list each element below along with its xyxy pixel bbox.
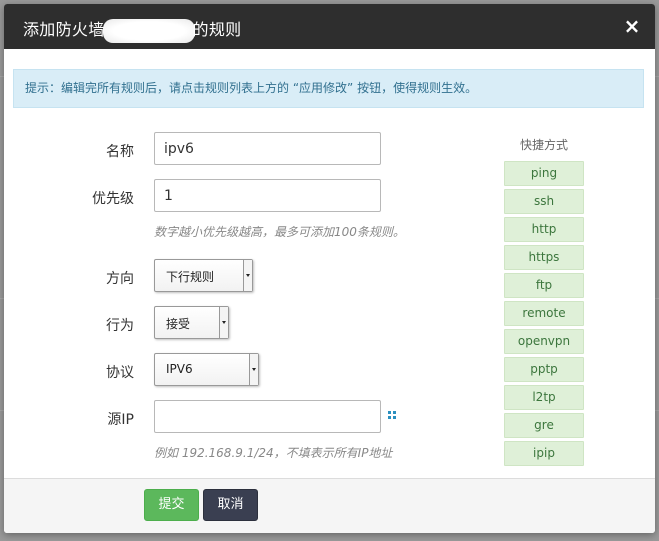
- cancel-button[interactable]: 取消: [203, 489, 258, 521]
- notice-banner: 提示：编辑完所有规则后，请点击规则列表上方的 “应用修改” 按钮，使得规则生效。: [13, 69, 644, 108]
- source-ip-label: 源IP: [107, 412, 134, 428]
- shortcut-ssh-button[interactable]: ssh: [504, 189, 584, 214]
- direction-select[interactable]: 下行规则: [154, 259, 253, 292]
- direction-selected: 下行规则: [166, 270, 215, 284]
- submit-button[interactable]: 提交: [144, 489, 199, 521]
- chevron-down-icon: [219, 307, 228, 338]
- redacted-rule-name: [102, 18, 195, 43]
- shortcut-ipip-button[interactable]: ipip: [504, 441, 584, 466]
- action-select[interactable]: 接受: [154, 306, 229, 339]
- name-input[interactable]: [154, 132, 381, 165]
- shortcut-http-button[interactable]: http: [504, 217, 584, 242]
- shortcut-https-button[interactable]: https: [504, 245, 584, 270]
- dialog-title-prefix: 添加防火墙: [23, 20, 105, 39]
- dialog-title-suffix: 的规则: [192, 20, 242, 39]
- chevron-down-icon: [249, 354, 258, 385]
- shortcut-gre-button[interactable]: gre: [504, 413, 584, 438]
- dialog-footer: 提交 取消: [4, 478, 655, 533]
- dialog-title: 添加防火墙 的规则: [23, 16, 241, 43]
- priority-input[interactable]: [154, 179, 381, 212]
- action-label: 行为: [106, 318, 134, 334]
- protocol-label: 协议: [106, 365, 134, 381]
- source-ip-input[interactable]: [154, 400, 381, 433]
- firewall-rule-dialog: 添加防火墙 的规则 × 提示：编辑完所有规则后，请点击规则列表上方的 “应用修改”…: [4, 4, 655, 533]
- shortcut-openvpn-button[interactable]: openvpn: [504, 329, 584, 354]
- chevron-down-icon: [243, 260, 252, 291]
- source-ip-hint: 例如 192.168.9.1/24，不填表示所有IP地址: [154, 446, 393, 460]
- direction-label: 方向: [106, 271, 134, 287]
- shortcut-pptp-button[interactable]: pptp: [504, 357, 584, 382]
- priority-label: 优先级: [92, 191, 134, 207]
- ip-picker-icon[interactable]: [388, 411, 397, 420]
- action-selected: 接受: [166, 317, 191, 331]
- close-icon[interactable]: ×: [621, 14, 643, 38]
- dialog-header: 添加防火墙 的规则 ×: [4, 4, 655, 49]
- protocol-select[interactable]: IPV6: [154, 353, 259, 386]
- shortcuts-title: 快捷方式: [519, 138, 568, 152]
- name-label: 名称: [106, 144, 134, 160]
- shortcut-ping-button[interactable]: ping: [504, 161, 584, 186]
- shortcut-remote-button[interactable]: remote: [504, 301, 584, 326]
- priority-hint: 数字越小优先级越高，最多可添加100条规则。: [154, 225, 405, 239]
- shortcut-ftp-button[interactable]: ftp: [504, 273, 584, 298]
- shortcut-l2tp-button[interactable]: l2tp: [504, 385, 584, 410]
- protocol-selected: IPV6: [166, 362, 193, 376]
